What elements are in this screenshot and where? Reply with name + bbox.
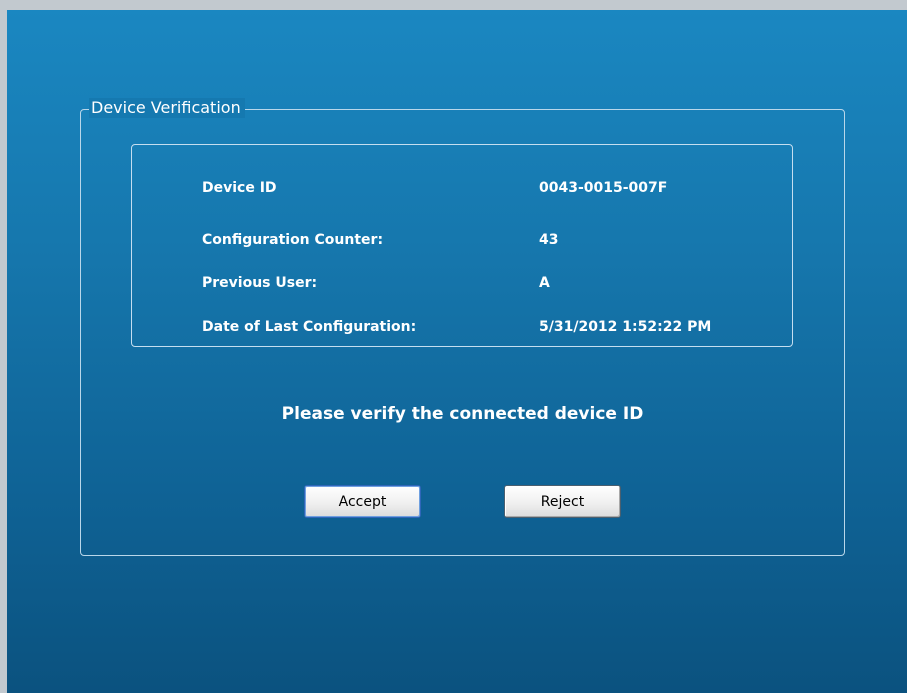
- device-id-value: 0043-0015-007F: [539, 180, 668, 196]
- accept-button[interactable]: Accept: [304, 485, 421, 518]
- configuration-counter-row: Configuration Counter: 43: [132, 229, 792, 251]
- previous-user-label: Previous User:: [202, 275, 318, 291]
- verify-prompt-text: Please verify the connected device ID: [281, 404, 644, 424]
- previous-user-row: Previous User: A: [132, 272, 792, 294]
- device-id-label: Device ID: [202, 180, 277, 196]
- reject-button[interactable]: Reject: [504, 485, 621, 518]
- device-verification-groupbox: Device Verification Device ID 0043-0015-…: [80, 98, 845, 556]
- configuration-counter-label: Configuration Counter:: [202, 232, 384, 248]
- device-verification-window: Device Verification Device ID 0043-0015-…: [7, 10, 907, 693]
- last-configuration-date-value: 5/31/2012 1:52:22 PM: [539, 319, 712, 335]
- groupbox-title: Device Verification: [89, 98, 245, 118]
- device-id-row: Device ID 0043-0015-007F: [132, 177, 792, 199]
- previous-user-value: A: [539, 275, 550, 291]
- device-info-panel: Device ID 0043-0015-007F Configuration C…: [131, 144, 793, 347]
- last-configuration-date-label: Date of Last Configuration:: [202, 319, 417, 335]
- configuration-counter-value: 43: [539, 232, 559, 248]
- last-configuration-date-row: Date of Last Configuration: 5/31/2012 1:…: [132, 316, 792, 338]
